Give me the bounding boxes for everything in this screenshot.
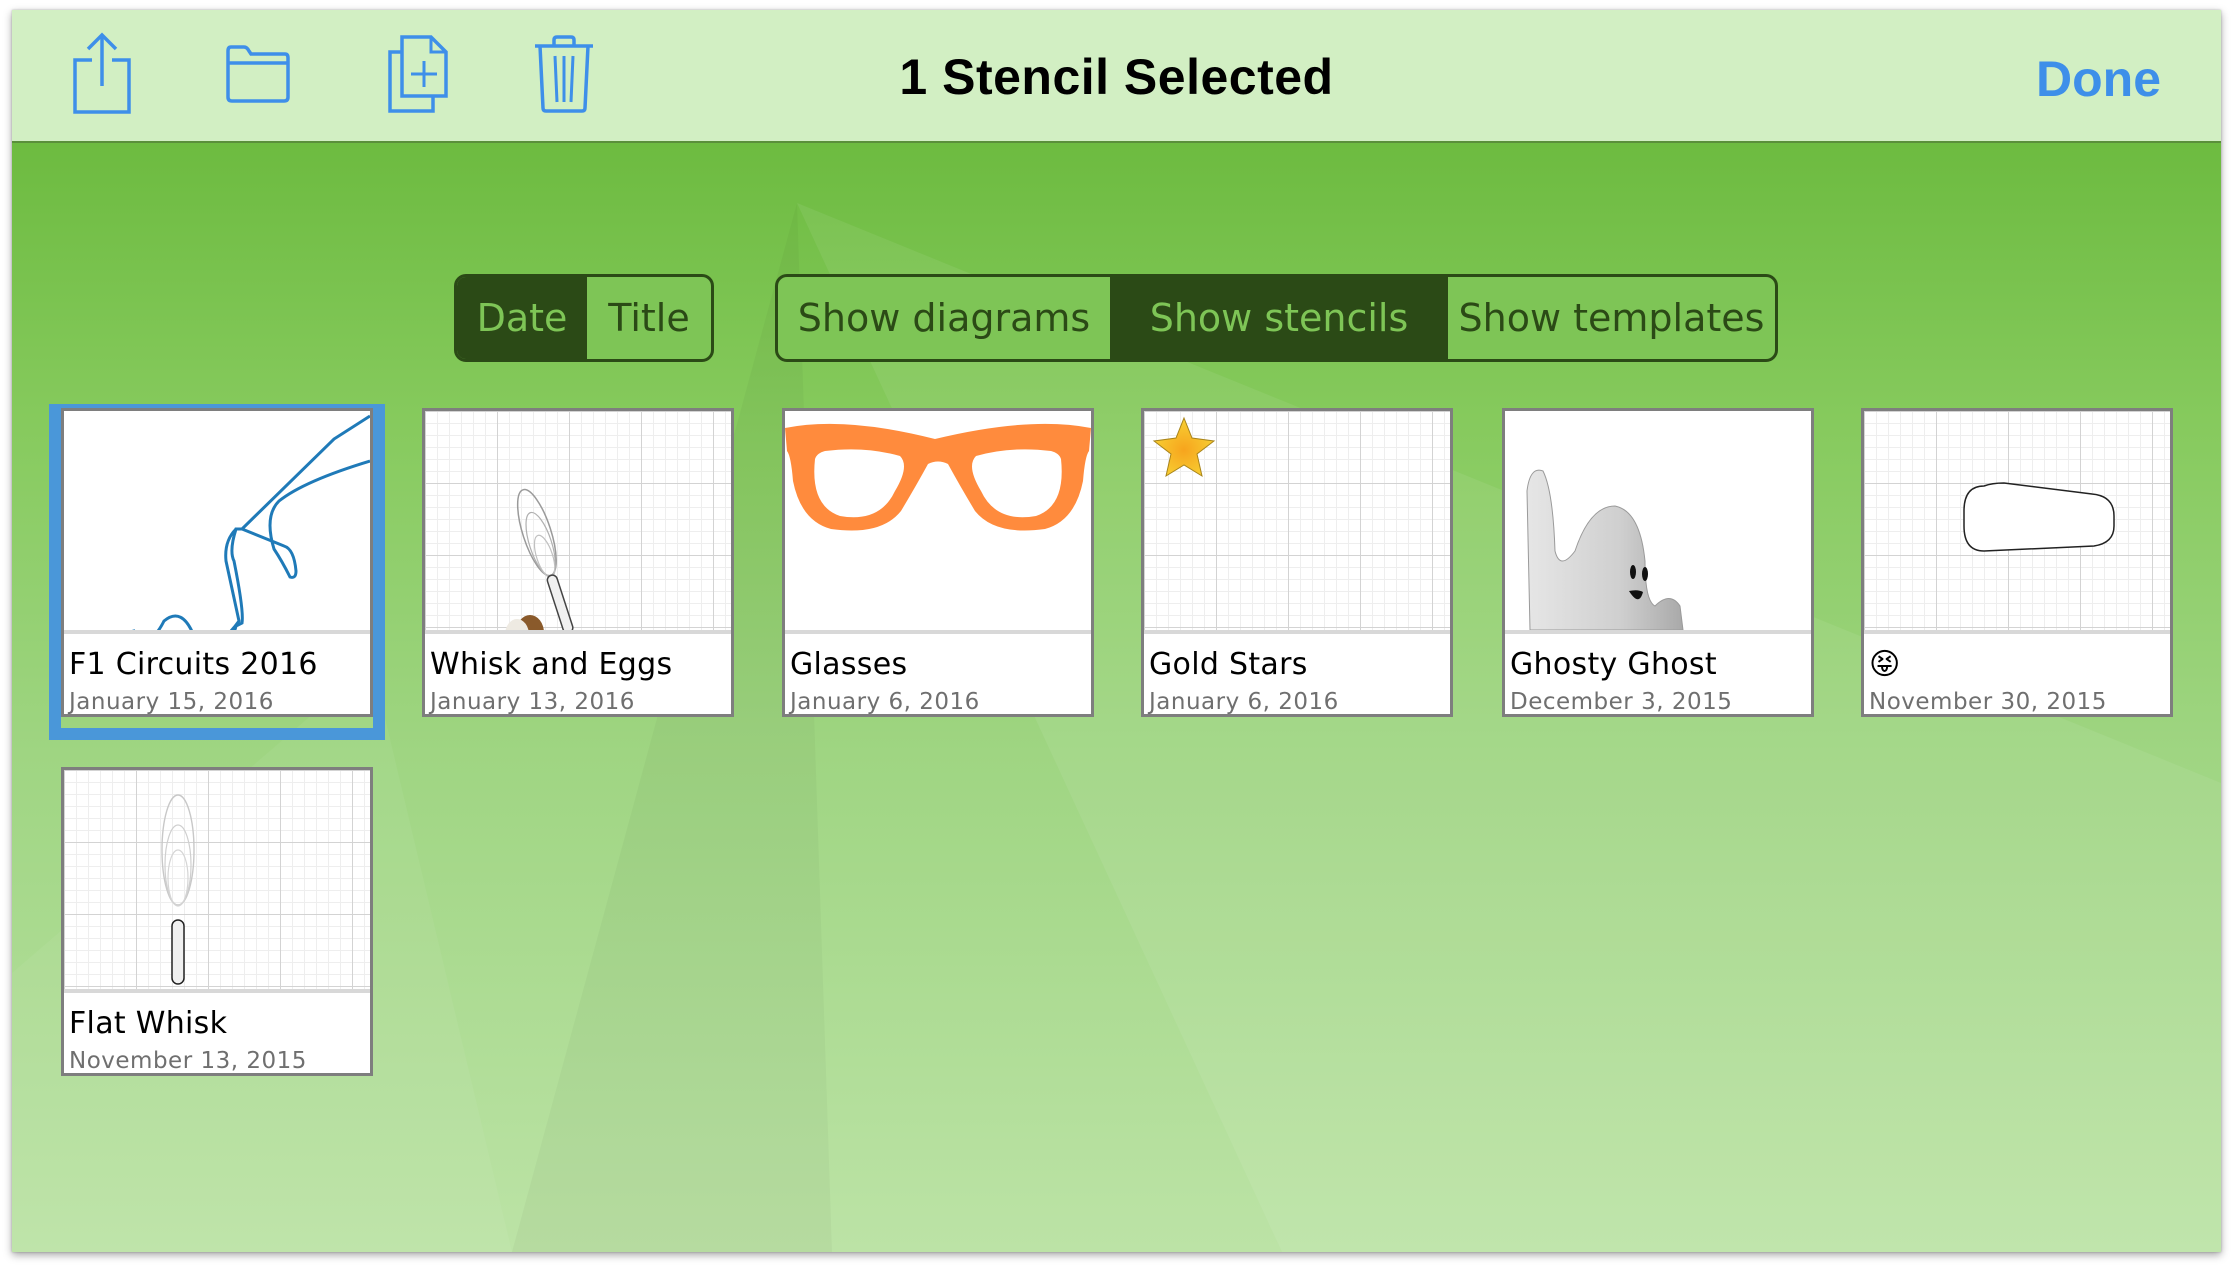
thumbnail — [64, 770, 370, 989]
page-title: 1 Stencil Selected — [899, 49, 1334, 105]
flat-whisk-icon — [161, 794, 195, 985]
thumbnail — [1505, 411, 1811, 630]
document-card[interactable]: Glasses January 6, 2016 — [782, 408, 1094, 717]
document-name: Ghosty Ghost — [1510, 647, 1717, 682]
document-date: January 15, 2016 — [69, 689, 274, 715]
document-card[interactable]: Gold Stars January 6, 2016 — [1141, 408, 1453, 717]
document-name: F1 Circuits 2016 — [69, 647, 318, 682]
card-divider — [1864, 630, 2170, 634]
glasses-icon — [785, 423, 1091, 531]
document-date: January 6, 2016 — [790, 689, 980, 715]
document-date: January 13, 2016 — [430, 689, 635, 715]
rounded-shape-icon — [1963, 482, 2115, 552]
document-name: Gold Stars — [1149, 647, 1308, 682]
document-date: November 13, 2015 — [69, 1048, 307, 1074]
document-card[interactable]: F1 Circuits 2016 January 15, 2016 — [61, 408, 373, 717]
app-window: 1 Stencil Selected Done Date Title Show … — [12, 10, 2221, 1252]
thumbnail — [425, 411, 731, 630]
card-divider — [64, 989, 370, 993]
sort-segmented-control: Date Title — [454, 274, 714, 362]
document-name: 😝 — [1869, 647, 1901, 682]
card-divider — [785, 630, 1091, 634]
show-diagrams-option[interactable]: Show diagrams — [778, 277, 1110, 359]
document-browser: Date Title Show diagrams Show stencils S… — [12, 143, 2221, 1252]
ghost-icon — [1526, 469, 1684, 630]
toolbar: 1 Stencil Selected Done — [12, 10, 2221, 143]
sort-by-date-option[interactable]: Date — [457, 277, 587, 359]
filter-segmented-control: Show diagrams Show stencils Show templat… — [775, 274, 1778, 362]
race-circuit-icon — [131, 414, 370, 630]
thumbnail — [785, 411, 1091, 630]
show-stencils-option[interactable]: Show stencils — [1110, 277, 1448, 359]
thumbnail — [64, 411, 370, 630]
document-card[interactable]: 😝 November 30, 2015 — [1861, 408, 2173, 717]
card-divider — [64, 630, 370, 634]
document-name: Whisk and Eggs — [430, 647, 673, 682]
document-card[interactable]: Ghosty Ghost December 3, 2015 — [1502, 408, 1814, 717]
document-date: December 3, 2015 — [1510, 689, 1733, 715]
thumbnail — [1144, 411, 1450, 630]
show-templates-option[interactable]: Show templates — [1448, 277, 1775, 359]
card-divider — [1144, 630, 1450, 634]
document-name: Glasses — [790, 647, 908, 682]
whisk-icon — [505, 488, 574, 630]
document-date: November 30, 2015 — [1869, 689, 2107, 715]
document-card[interactable]: Flat Whisk November 13, 2015 — [61, 767, 373, 1076]
card-divider — [1505, 630, 1811, 634]
card-divider — [425, 630, 731, 634]
document-card[interactable]: Whisk and Eggs January 13, 2016 — [422, 408, 734, 717]
document-date: January 6, 2016 — [1149, 689, 1339, 715]
sort-by-title-option[interactable]: Title — [587, 277, 711, 359]
thumbnail — [1864, 411, 2170, 630]
star-icon — [1152, 416, 1216, 478]
done-button[interactable]: Done — [2036, 50, 2161, 108]
document-name: Flat Whisk — [69, 1006, 228, 1041]
